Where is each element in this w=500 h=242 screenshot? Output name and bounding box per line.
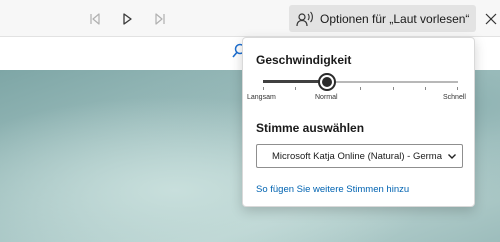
voice-select-value: Microsoft Katja Online (Natural) - Germa… [272, 150, 442, 162]
speed-slider-tick [360, 87, 361, 90]
chevron-down-icon [447, 151, 457, 161]
skip-previous-icon[interactable] [84, 6, 106, 31]
play-icon[interactable] [116, 6, 138, 31]
speed-mid-label: Normal [315, 94, 338, 101]
voice-select[interactable]: Microsoft Katja Online (Natural) - Germa… [256, 144, 463, 168]
speed-slider-tick [393, 87, 394, 90]
speed-slider-tick [457, 87, 458, 90]
read-aloud-options-panel: Geschwindigkeit Langsam Normal Schnell S… [242, 37, 475, 207]
speed-slider-tick [263, 87, 264, 90]
speed-min-label: Langsam [247, 94, 276, 101]
read-aloud-options-button[interactable]: Optionen für „Laut vorlesen“ [289, 5, 476, 32]
skip-next-icon[interactable] [149, 6, 171, 31]
speed-title: Geschwindigkeit [256, 53, 352, 67]
speed-max-label: Schnell [443, 94, 466, 101]
read-aloud-options-label: Optionen für „Laut vorlesen“ [320, 11, 470, 26]
voice-title: Stimme auswählen [256, 121, 365, 135]
speaker-voice-icon [296, 10, 314, 28]
speed-slider-thumb[interactable] [318, 73, 336, 91]
speed-slider-tick [295, 87, 296, 90]
close-icon[interactable] [482, 6, 500, 31]
speed-slider-tick [425, 87, 426, 90]
browser-viewport: Optionen für „Laut vorlesen“ Geschwindig… [0, 0, 500, 242]
add-voices-link[interactable]: So fügen Sie weitere Stimmen hinzu [256, 184, 409, 195]
read-aloud-toolbar: Optionen für „Laut vorlesen“ [0, 0, 500, 37]
